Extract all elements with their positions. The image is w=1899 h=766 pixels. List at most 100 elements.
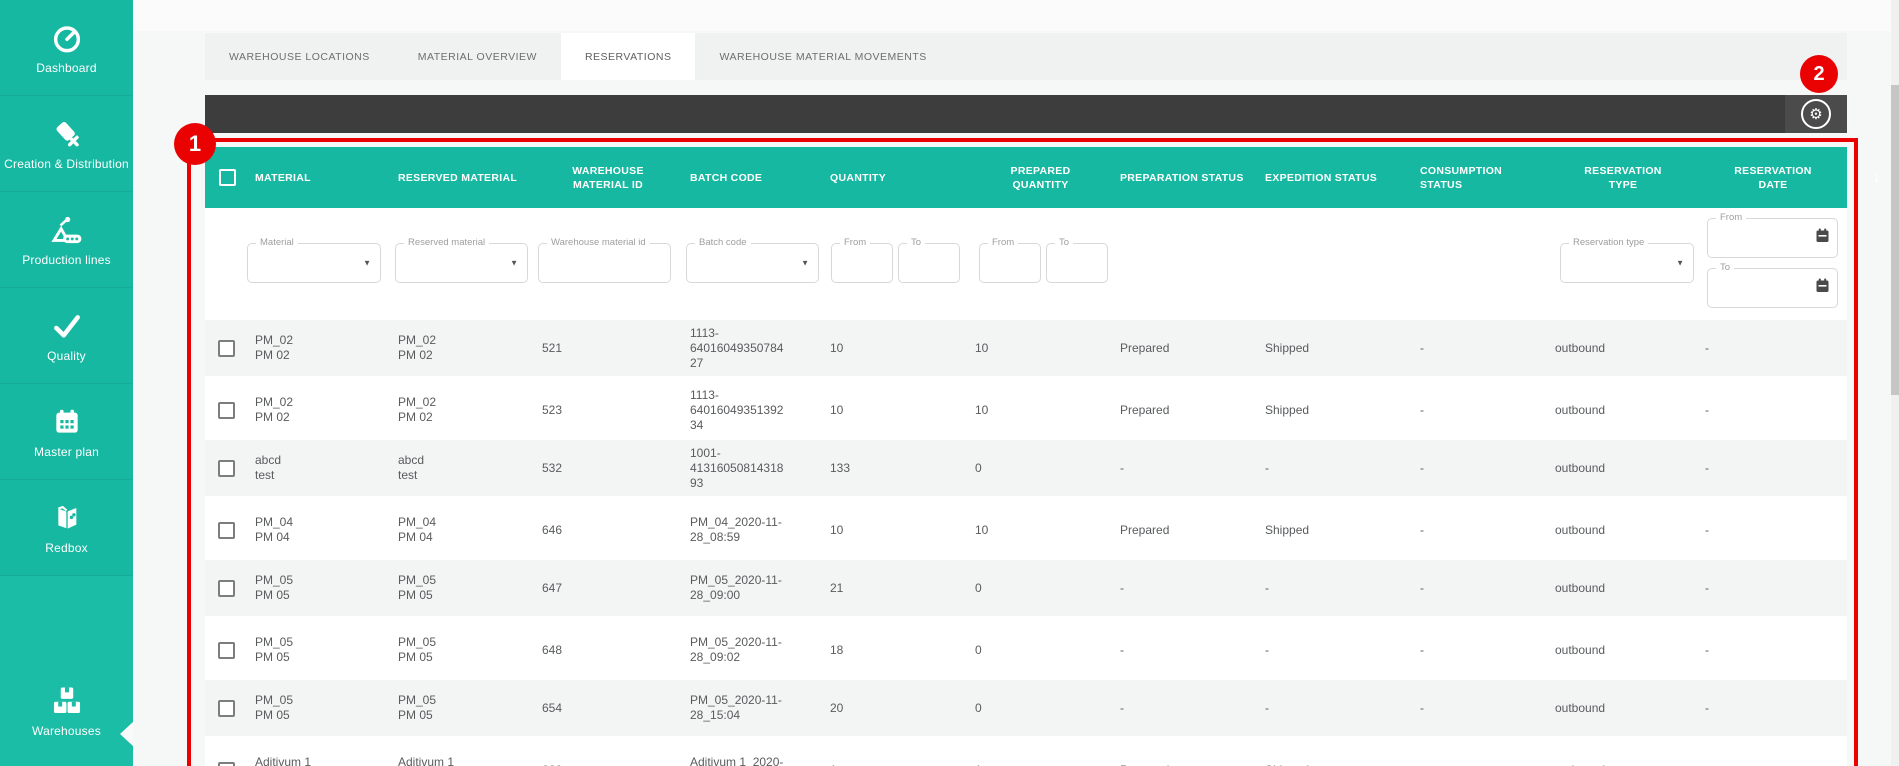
reservation-date-cell: - bbox=[1705, 642, 1709, 657]
warehouse-material-id-cell: 521 bbox=[542, 340, 563, 355]
material-cell: PM_05 PM 05 bbox=[255, 635, 294, 664]
row-checkbox[interactable] bbox=[217, 459, 235, 477]
column-header-warehouse-material-id[interactable]: WAREHOUSE MATERIAL ID bbox=[532, 164, 682, 192]
quantity-from-filter[interactable]: From bbox=[831, 237, 893, 283]
material-filter[interactable]: Material ▼ bbox=[247, 237, 381, 283]
column-header-expedition-status[interactable]: EXPEDITION STATUS bbox=[1257, 171, 1392, 185]
settings-button[interactable]: ⚙ bbox=[1785, 95, 1847, 133]
quantity-cell: 1 bbox=[822, 763, 967, 766]
select-all-checkbox[interactable] bbox=[218, 169, 236, 186]
conveyor-icon bbox=[50, 213, 84, 247]
warehouse-material-id-cell: 532 bbox=[542, 460, 563, 475]
sidebar: Dashboard Creation & Distribution Produc… bbox=[0, 0, 133, 766]
reserved-material-cell: Aditivum 1Aditivum 1 bbox=[398, 755, 455, 766]
column-header-reservation-date[interactable]: RESERVATION DATE ↓ bbox=[1697, 150, 1880, 206]
calendar-icon[interactable] bbox=[1816, 228, 1829, 248]
calendar-icon[interactable] bbox=[1816, 278, 1829, 298]
quantity-cell: 10 bbox=[830, 340, 844, 355]
date-from-filter[interactable]: From bbox=[1707, 212, 1838, 258]
reservation-date-cell: - bbox=[1705, 700, 1709, 715]
row-checkbox[interactable] bbox=[217, 579, 235, 597]
batch-code-filter[interactable]: Batch code ▼ bbox=[686, 237, 819, 283]
preparation-status-cell: Prepared bbox=[1120, 340, 1170, 355]
reservation-type-cell: outbound bbox=[1555, 460, 1606, 475]
reservation-date-cell: - bbox=[1705, 580, 1709, 595]
prepared-to-filter[interactable]: To bbox=[1046, 237, 1108, 283]
column-header-reserved-material[interactable]: RESERVED MATERIAL bbox=[390, 171, 532, 185]
batch-code-cell: PM_05_2020-11-28_15:04 bbox=[690, 693, 782, 722]
sidebar-item-production-lines[interactable]: Production lines bbox=[0, 192, 133, 288]
quantity-to-input[interactable] bbox=[899, 244, 959, 282]
row-checkbox[interactable] bbox=[217, 339, 235, 357]
row-checkbox[interactable] bbox=[217, 521, 235, 539]
sidebar-item-quality[interactable]: Quality bbox=[0, 288, 133, 384]
row-checkbox[interactable] bbox=[217, 699, 235, 717]
prepared-quantity-filter-pair: From To bbox=[979, 208, 1112, 320]
prepared-quantity-cell: 10 bbox=[975, 522, 989, 537]
checkmark-icon bbox=[50, 309, 84, 343]
prepared-quantity-cell: 0 bbox=[975, 580, 982, 595]
sidebar-item-label: Creation & Distribution bbox=[4, 156, 129, 171]
column-header-quantity[interactable]: QUANTITY bbox=[822, 171, 967, 185]
sidebar-item-creation-distribution[interactable]: Creation & Distribution bbox=[0, 96, 133, 192]
tab-warehouse-material-movements[interactable]: WAREHOUSE MATERIAL MOVEMENTS bbox=[695, 33, 950, 80]
table-body: PM_02 PM 02 PM_02 PM 02 521 1113-640160493… bbox=[205, 320, 1847, 766]
reservation-type-cell: outbound bbox=[1555, 402, 1606, 417]
row-checkbox[interactable] bbox=[217, 641, 235, 659]
table-row: PM_02 PM 02 PM_02 PM 02 521 1113-640160493… bbox=[205, 320, 1847, 380]
material-cell: PM_05 PM 05 bbox=[255, 573, 294, 602]
prepared-from-filter[interactable]: From bbox=[979, 237, 1041, 283]
preparation-status-cell: - bbox=[1120, 642, 1124, 657]
quantity-cell: 10 bbox=[830, 522, 844, 537]
scrollbar-thumb[interactable] bbox=[1891, 85, 1899, 395]
column-header-material[interactable]: MATERIAL bbox=[247, 171, 390, 185]
column-header-reservation-type[interactable]: RESERVATION TYPE bbox=[1547, 164, 1697, 192]
quantity-cell: 21 bbox=[830, 580, 844, 595]
reservation-type-filter-input[interactable] bbox=[1561, 244, 1693, 282]
tab-material-overview[interactable]: MATERIAL OVERVIEW bbox=[394, 33, 561, 80]
warehouse-material-id-cell: 654 bbox=[542, 700, 563, 715]
column-header-prepared-quantity[interactable]: PREPARED QUANTITY bbox=[967, 164, 1112, 192]
expedition-status-cell: - bbox=[1265, 460, 1269, 475]
prepared-to-input[interactable] bbox=[1047, 244, 1107, 282]
sort-descending-icon[interactable]: ↓ bbox=[1873, 169, 1881, 185]
table-row: PM_04 PM 04 PM_04 PM 04 646 PM_04_2020-11-… bbox=[205, 500, 1847, 560]
sidebar-item-master-plan[interactable]: Master plan bbox=[0, 384, 133, 480]
quantity-cell: 10 bbox=[830, 402, 844, 417]
material-filter-input[interactable] bbox=[248, 244, 380, 282]
column-header-consumption-status[interactable]: CONSUMPTION STATUS bbox=[1392, 164, 1547, 192]
reserved-material-cell: PM_02 PM 02 bbox=[398, 395, 437, 424]
reservation-type-filter[interactable]: Reservation type ▼ bbox=[1560, 237, 1694, 283]
reserved-material-filter-input[interactable] bbox=[396, 244, 527, 282]
sidebar-item-warehouses[interactable]: Warehouses bbox=[0, 576, 133, 766]
tab-reservations[interactable]: RESERVATIONS bbox=[560, 33, 696, 80]
column-header-preparation-status[interactable]: PREPARATION STATUS bbox=[1112, 171, 1257, 185]
warehouse-material-id-cell: 647 bbox=[542, 580, 563, 595]
quantity-to-filter[interactable]: To bbox=[898, 237, 960, 283]
reservations-table: MATERIAL RESERVED MATERIAL WAREHOUSE MAT… bbox=[205, 147, 1881, 766]
sidebar-item-label: Production lines bbox=[22, 252, 111, 267]
warehouse-material-id-filter[interactable]: Warehouse material id bbox=[538, 237, 671, 283]
quantity-from-input[interactable] bbox=[832, 244, 892, 282]
warehouse-material-id-cell: 648 bbox=[542, 642, 563, 657]
prepared-quantity-cell: 0 bbox=[975, 642, 982, 657]
reservation-date-cell: - bbox=[1697, 763, 1847, 766]
batch-code-cell: Aditivum 1_2020-11- bbox=[690, 755, 784, 766]
main-area: WAREHOUSE LOCATIONS MATERIAL OVERVIEW RE… bbox=[133, 0, 1899, 766]
preparation-status-cell: - bbox=[1120, 580, 1124, 595]
column-header-batch-code[interactable]: BATCH CODE bbox=[682, 171, 822, 185]
expedition-status-cell: - bbox=[1265, 642, 1269, 657]
warehouse-material-id-filter-input[interactable] bbox=[539, 244, 670, 282]
preparation-status-cell: Prepared bbox=[1112, 763, 1257, 766]
sidebar-item-dashboard[interactable]: Dashboard bbox=[0, 0, 133, 96]
reservation-type-cell: outbound bbox=[1555, 522, 1606, 537]
sidebar-item-redbox[interactable]: Redbox bbox=[0, 480, 133, 576]
row-checkbox[interactable] bbox=[217, 401, 235, 419]
row-checkbox[interactable] bbox=[217, 761, 235, 766]
tab-warehouse-locations[interactable]: WAREHOUSE LOCATIONS bbox=[205, 33, 394, 80]
date-to-filter[interactable]: To bbox=[1707, 262, 1838, 308]
reserved-material-filter[interactable]: Reserved material ▼ bbox=[395, 237, 528, 283]
prepared-quantity-cell: 1 bbox=[967, 763, 1112, 766]
batch-code-filter-input[interactable] bbox=[687, 244, 818, 282]
prepared-from-input[interactable] bbox=[980, 244, 1040, 282]
